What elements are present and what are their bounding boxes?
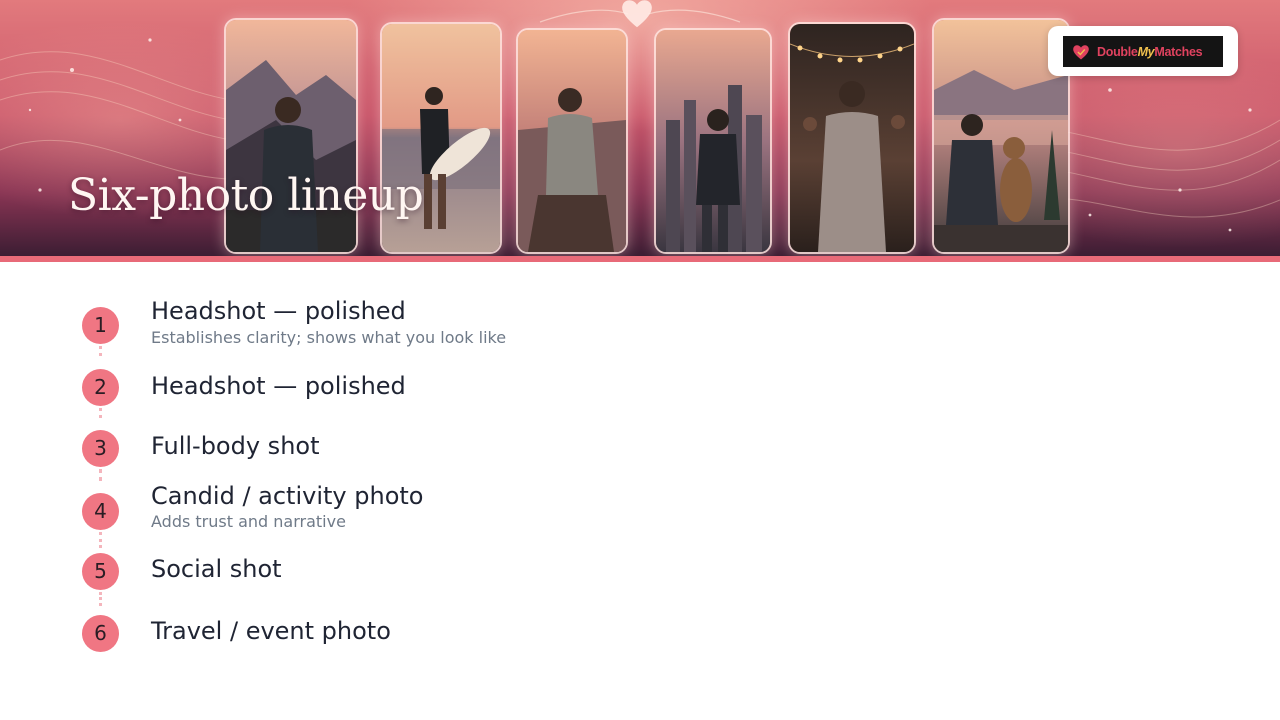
step-number-badge: 4 [82, 493, 119, 530]
step-number-badge: 5 [82, 553, 119, 590]
lineup-item-title: Candid / activity photo [151, 482, 424, 510]
string-lights-party-photo-icon [790, 24, 914, 252]
lineup-item-subtitle: Adds trust and narrative [151, 512, 346, 531]
lineup-item-title: Travel / event photo [151, 617, 391, 645]
step-number-badge: 3 [82, 430, 119, 467]
step-number-badge: 2 [82, 369, 119, 406]
photo-string-lights-party [788, 22, 916, 254]
lineup-item-title: Full-body shot [151, 432, 320, 460]
step-connector [99, 346, 105, 356]
step-number-badge: 1 [82, 307, 119, 344]
banner-accent-bar [0, 256, 1280, 262]
lineup-item-title: Headshot — polished [151, 297, 406, 325]
step-connector [99, 408, 105, 418]
hero-banner: Six-photo lineup DoubleMyMatches [0, 0, 1280, 256]
heart-logo-icon [1073, 44, 1089, 59]
cliff-sunset-photo-icon [518, 30, 626, 252]
brand-name: DoubleMyMatches [1097, 44, 1203, 59]
brand-logo: DoubleMyMatches [1048, 26, 1238, 76]
step-connector [99, 532, 105, 548]
brand-name-part1: Double [1097, 44, 1138, 59]
brand-name-part2: My [1137, 44, 1155, 59]
brand-name-part3: Matches [1154, 44, 1203, 59]
step-number-badge: 6 [82, 615, 119, 652]
photo-city-skyline [654, 28, 772, 254]
city-skyline-photo-icon [656, 30, 770, 252]
slide-title: Six-photo lineup [68, 170, 424, 221]
brand-logo-badge: DoubleMyMatches [1063, 36, 1223, 67]
lineup-item-subtitle: Establishes clarity; shows what you look… [151, 328, 507, 347]
photo-cliff-sunset [516, 28, 628, 254]
heart-icon [622, 0, 652, 28]
lineup-item-title: Headshot — polished [151, 372, 406, 400]
step-connector [99, 592, 105, 606]
step-connector [99, 469, 105, 481]
lineup-item-title: Social shot [151, 555, 282, 583]
